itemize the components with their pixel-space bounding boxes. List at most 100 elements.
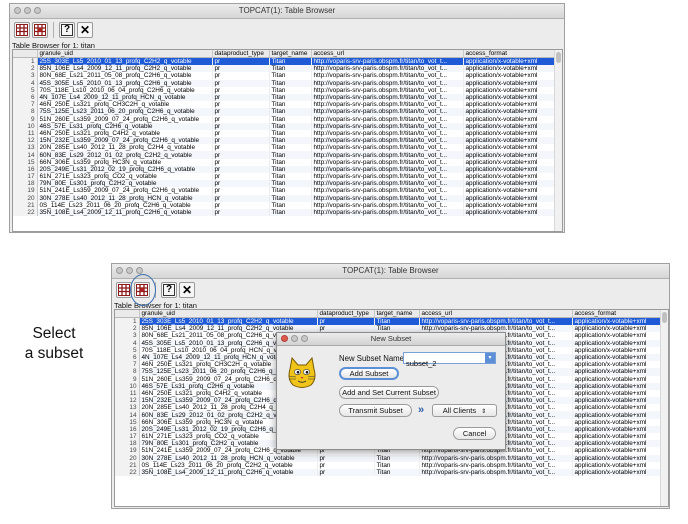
column-header[interactable]: access_format <box>572 310 661 318</box>
table-row[interactable]: 4 45S_305E_Ls5_2010_01_13_profq_C2H6_q_vo… <box>13 79 555 87</box>
table-row[interactable]: 1 25S_303E_Ls5_2010_01_13_profq_C2H2_q_vo… <box>13 57 555 66</box>
table-cell: pr <box>212 115 270 123</box>
close-button[interactable]: ✕ <box>77 22 93 38</box>
table-row[interactable]: 14 60N_83E_Ls29_2012_01_02_profq_C2H2_q_v… <box>13 151 555 159</box>
table-cell: http://voparis-srv-paris.obspm.fr/titan/… <box>311 72 464 80</box>
subset-name-value: subset_2 <box>406 359 437 368</box>
table-row[interactable]: 22 35N_108E_Ls4_2009_12_11_profq_C2H6_q_v… <box>115 468 661 477</box>
table-row[interactable]: 16 20S_249E_Ls31_2012_02_19_profq_C2H6_q_… <box>13 165 555 173</box>
subset-button[interactable] <box>32 22 48 38</box>
zoom-window-icon[interactable] <box>34 7 41 14</box>
vertical-scrollbar[interactable] <box>554 50 562 231</box>
column-header[interactable]: dataproduct_type <box>212 50 270 58</box>
table-row[interactable]: 12 15N_232E_Ls359_2009_07_24_profq_C2H6_q… <box>13 137 555 145</box>
table-cell: application/x-votable+xml <box>572 447 661 455</box>
add-and-set-subset-button[interactable]: Add and Set Current Subset <box>339 386 439 399</box>
table-row[interactable]: 9 51N_260E_Ls359_2009_07_24_profq_C2H6_q_… <box>13 115 555 123</box>
scrollbar-thumb[interactable] <box>556 52 561 63</box>
table-row[interactable]: 3 80N_68E_Ls21_2011_05_08_profq_C2H6_q_vo… <box>13 72 555 80</box>
table-cell: application/x-votable+xml <box>572 433 661 441</box>
help-button[interactable]: ? <box>59 22 75 38</box>
window-controls[interactable] <box>116 267 143 274</box>
close-icon: ✕ <box>181 283 193 297</box>
table-row[interactable]: 2 85N_106E_Ls4_2009_12_11_profq_C2H2_q_vo… <box>13 65 555 73</box>
vertical-scrollbar[interactable] <box>660 310 668 506</box>
row-index-cell: 1 <box>13 57 38 66</box>
table-cell: Titan <box>269 173 312 181</box>
table-row[interactable]: 22 35N_108E_Ls4_2009_12_11_profq_C2H6_q_v… <box>13 208 555 217</box>
column-header[interactable]: target_name <box>374 310 420 318</box>
scrollbar-thumb[interactable] <box>662 312 667 323</box>
close-dialog-icon[interactable] <box>281 335 288 342</box>
table-cell: Titan <box>374 317 420 326</box>
table-row[interactable]: 8 75S_125E_Ls23_2011_06_20_profq_C2H6_q_v… <box>13 108 555 116</box>
column-header[interactable]: access_format <box>463 50 555 58</box>
table-cell: application/x-votable+xml <box>572 368 661 376</box>
table-row[interactable]: 6 4N_107E_Ls4_2009_12_11_profq_HCN_q_vota… <box>13 93 555 102</box>
combo-dropdown-button[interactable]: ▾ <box>485 353 495 363</box>
minimize-window-icon[interactable] <box>24 7 31 14</box>
minimize-window-icon[interactable] <box>126 267 133 274</box>
transmit-subset-button[interactable]: Transmit Subset <box>339 404 412 417</box>
row-index-cell: 6 <box>13 93 38 102</box>
table-row[interactable]: 746N_250E_Ls321_profq_CH3C2H_q_votablepr… <box>13 101 555 109</box>
table-row[interactable]: 1879N_80E_Ls301_profq_C2H2_q_votableprTi… <box>13 180 555 188</box>
add-and-set-label: Add and Set Current Subset <box>342 388 436 397</box>
table-row[interactable]: 21 0S_114E_Ls23_2011_06_20_profq_C2H6_q_v… <box>13 201 555 209</box>
row-index-cell: 3 <box>13 72 38 80</box>
table-row[interactable]: 13 20N_285E_Ls40_2012_11_28_profq_C2H4_q_… <box>13 144 555 152</box>
clients-selected-value: All Clients <box>442 406 477 415</box>
table-cell: pr <box>212 108 270 116</box>
subset-name-field[interactable]: subset_2 ▾ <box>403 352 496 368</box>
cancel-button[interactable]: Cancel <box>453 427 496 440</box>
add-subset-button[interactable]: Add Subset <box>339 367 399 380</box>
annotation-line-2: a subset <box>24 345 84 362</box>
table-cell: Titan <box>269 65 312 73</box>
clients-select[interactable]: All Clients ⇕ <box>432 404 497 417</box>
subset-icon <box>34 24 46 36</box>
table-row[interactable]: 20 30N_278E_Ls40_2012_11_28_profq_HCN_q_v… <box>115 454 661 462</box>
table-cell: 35N_108E_Ls4_2009_12_11_profq_C2H6_q_vot… <box>37 208 213 217</box>
zoom-dialog-icon[interactable] <box>301 335 308 342</box>
table-cell: http://voparis-srv-paris.obspm.fr/titan/… <box>311 151 464 159</box>
table-cell: 60N_83E_Ls29_2012_01_02_profq_C2H2_q_vot… <box>37 151 213 159</box>
zoom-window-icon[interactable] <box>136 267 143 274</box>
table-row[interactable]: 21 0S_114E_Ls23_2011_06_20_profq_C2H2_q_v… <box>115 461 661 469</box>
dialog-window-controls[interactable] <box>281 335 308 342</box>
table-cell: application/x-votable+xml <box>463 86 555 94</box>
column-header[interactable]: access_url <box>311 50 464 58</box>
table-row[interactable]: 1566N_306E_Ls359_profq_HC3N_q_votableprT… <box>13 158 555 166</box>
minimize-dialog-icon[interactable] <box>291 335 298 342</box>
window-controls[interactable] <box>14 7 41 14</box>
table-cell: application/x-votable+xml <box>463 108 555 116</box>
table-row[interactable]: 1 25S_303E_Ls5_2010_01_13_profq_C2H2_q_vo… <box>115 317 661 326</box>
table-header-row: granule_uid dataproduct_type target_name… <box>115 310 661 318</box>
subset-button[interactable] <box>130 274 156 306</box>
annotation-text: Select a subset <box>6 324 102 364</box>
table-row[interactable]: 5 70S_118E_Ls10_2010_06_04_profq_C2H6_q_v… <box>13 86 555 94</box>
table-browser-button[interactable] <box>14 22 30 38</box>
table-cell: 0S_114E_Ls23_2011_06_20_profq_C2H6_q_vot… <box>37 201 213 209</box>
column-header[interactable]: granule_uid <box>37 50 213 58</box>
table-cell: application/x-votable+xml <box>463 101 555 109</box>
table-row[interactable]: 1146N_250E_Ls321_profq_C4H2_q_votableprT… <box>13 129 555 138</box>
table-cell: application/x-votable+xml <box>463 144 555 152</box>
table-row[interactable]: 20 30N_278E_Ls40_2012_11_28_profq_HCN_q_v… <box>13 194 555 202</box>
table-cell: application/x-votable+xml <box>463 165 555 173</box>
close-window-icon[interactable] <box>116 267 123 274</box>
help-button[interactable]: ? <box>161 282 177 298</box>
table-cell: pr <box>317 454 375 462</box>
table-row[interactable]: 19 51N_241E_Ls359_2009_07_24_profq_C2H6_q… <box>13 187 555 195</box>
column-header[interactable]: target_name <box>269 50 312 58</box>
column-header[interactable]: granule_uid <box>139 310 318 318</box>
table-row[interactable]: 1761N_271E_Ls323_profq_CO2_q_votableprTi… <box>13 173 555 181</box>
table-cell: http://voparis-srv-paris.obspm.fr/titan/… <box>311 158 464 166</box>
column-header[interactable]: dataproduct_type <box>317 310 375 318</box>
table-row[interactable]: 1046S_57E_Ls31_profq_C2H6_q_votableprTit… <box>13 122 555 130</box>
table-cell: Titan <box>269 194 312 202</box>
close-button[interactable]: ✕ <box>179 282 195 298</box>
close-window-icon[interactable] <box>14 7 21 14</box>
help-icon: ? <box>61 24 73 36</box>
column-header[interactable]: access_url <box>419 310 573 318</box>
table-cell: 15N_232E_Ls359_2009_07_24_profq_C2H6_q_v… <box>37 137 213 145</box>
